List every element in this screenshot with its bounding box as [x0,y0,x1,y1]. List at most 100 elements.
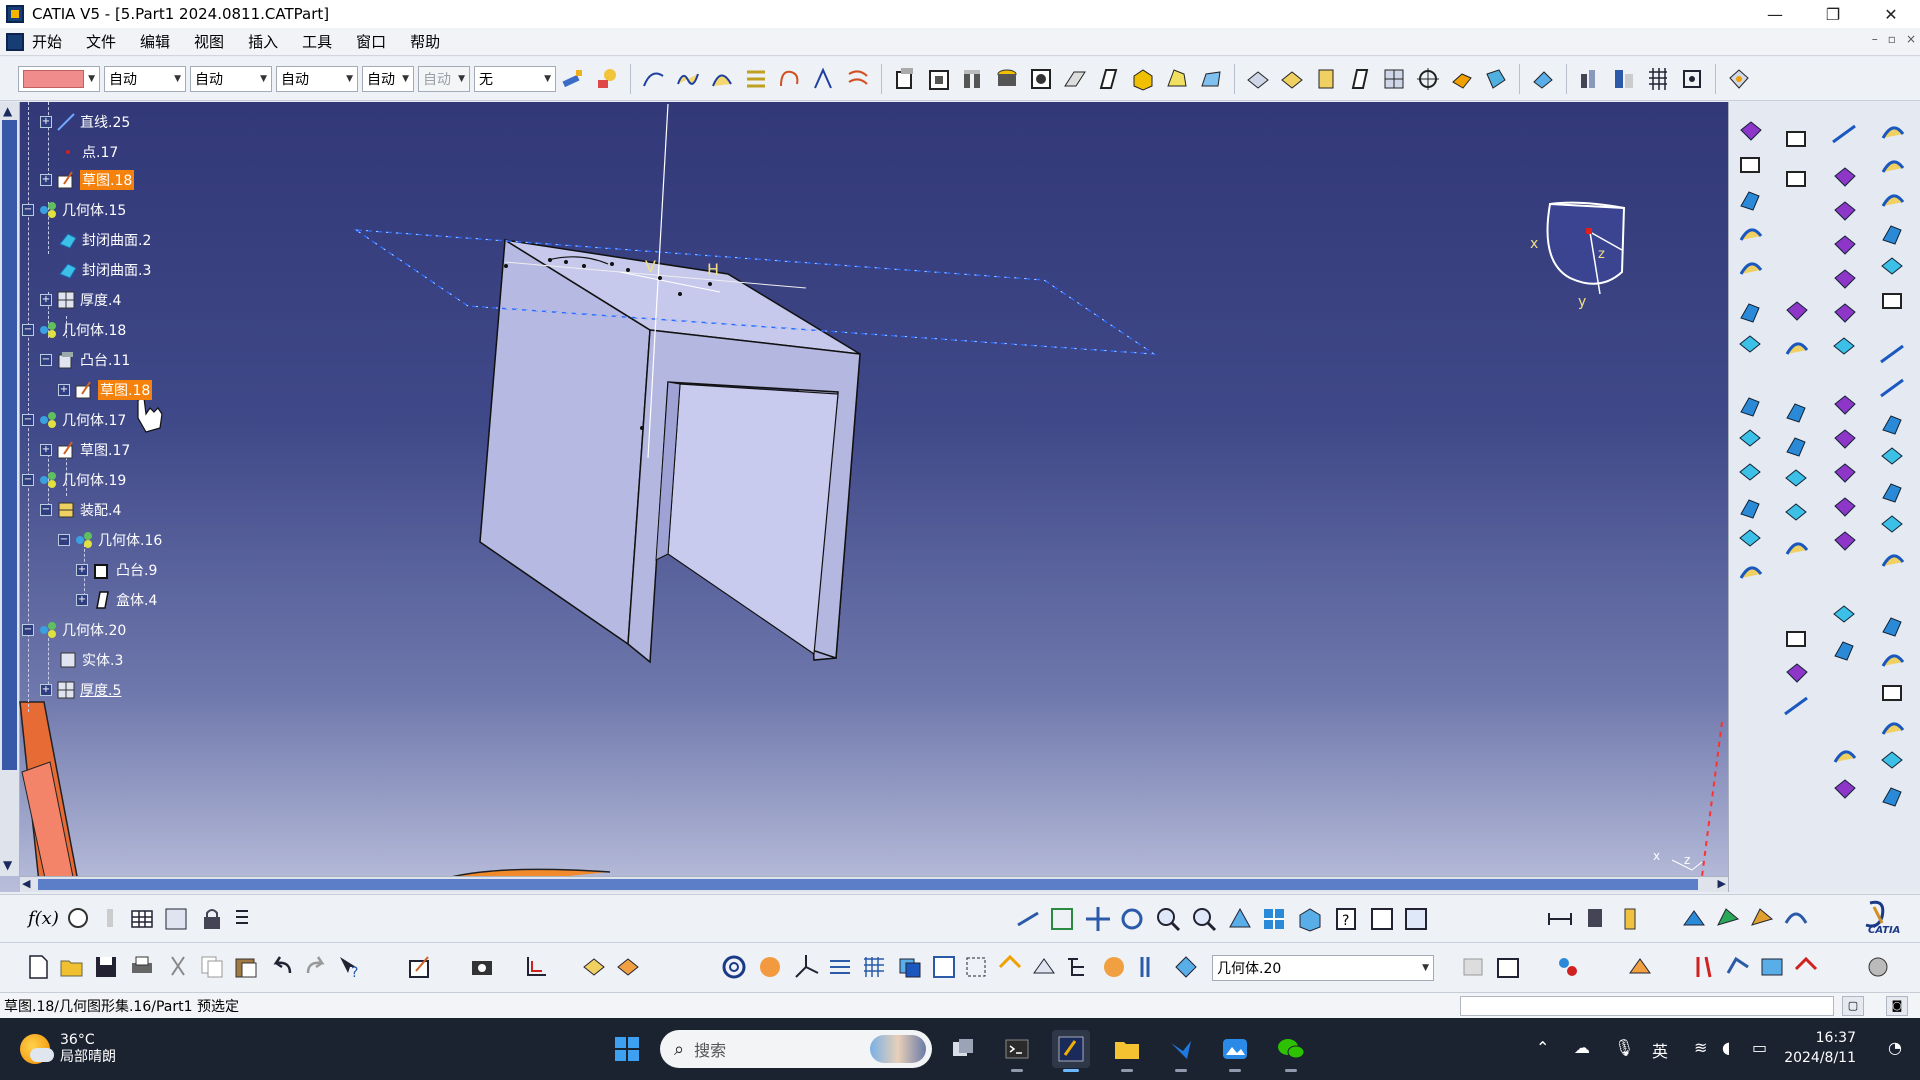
notification-icon[interactable]: ◔ [1888,1038,1902,1057]
specification-tree[interactable]: + 直线.25 点.17 + 草图.18 − 几何体.15 封闭曲面.2 封闭曲… [22,102,222,712]
rt-icon[interactable] [1833,337,1855,355]
expand-icon[interactable]: + [40,444,52,456]
scroll-left-icon[interactable]: ◀ [22,877,30,890]
system-clock[interactable]: 16:37 2024/8/11 [1784,1028,1856,1068]
work-object-combo[interactable]: 几何体.20 ▼ [1212,955,1434,981]
rt-icon[interactable] [1834,235,1856,255]
rt-icon[interactable] [1785,503,1807,521]
expand-icon[interactable]: + [40,684,52,696]
rt-icon[interactable] [1882,293,1902,309]
collapse-icon[interactable]: − [22,474,34,486]
minimize-button[interactable]: — [1746,0,1804,28]
measure-icon[interactable] [1611,66,1637,92]
rt-icon[interactable] [1834,497,1856,517]
rotate-icon[interactable] [1118,905,1146,933]
multi-doc-icon[interactable] [1460,953,1488,981]
rt-icon[interactable] [1834,641,1854,661]
multi-view-icon[interactable] [1260,905,1288,933]
scrollbar-thumb[interactable] [38,879,1698,890]
taskbar-app-terminal[interactable] [998,1030,1036,1072]
extract-icon[interactable] [930,953,958,981]
rt-icon[interactable] [1834,269,1856,289]
tree-node-geometric-set-16[interactable]: − 几何体.16 [58,528,162,552]
hide-show-icon[interactable] [1368,905,1396,933]
rt-icon[interactable] [1785,342,1809,356]
boolean-icon[interactable] [896,953,924,981]
rt-icon[interactable] [1834,429,1856,449]
fit-all-icon[interactable] [1048,905,1076,933]
copy-icon[interactable] [198,953,226,981]
compass[interactable]: x y z [1530,201,1626,310]
iso-view-icon[interactable] [1296,905,1324,933]
volume-icon[interactable]: ◖ [1722,1038,1730,1057]
rt-icon[interactable] [1882,225,1902,245]
stop-command-button[interactable]: ▢ [1842,996,1864,1016]
rt-icon[interactable] [1740,397,1760,417]
thread-icon[interactable] [1415,66,1441,92]
rt-icon[interactable] [1740,303,1760,323]
taskbar-app-wechat[interactable] [1272,1030,1310,1072]
rt-icon[interactable] [1786,403,1806,423]
tree-node-solid-3[interactable]: 实体.3 [58,648,123,672]
tree-node-thickness-5[interactable]: + 厚度.5 [40,678,121,702]
battery-icon[interactable]: ▭ [1752,1038,1767,1057]
zoom-out-icon[interactable] [1190,905,1218,933]
parallel-curve-icon[interactable] [845,66,871,92]
tree-node-close-surface-3[interactable]: 封闭曲面.3 [58,258,151,282]
rt-icon[interactable] [1834,167,1856,187]
expand-icon[interactable]: + [40,294,52,306]
scroll-right-icon[interactable]: ▶ [1718,877,1726,890]
rt-icon[interactable] [1831,124,1857,144]
tree-node-sketch-18[interactable]: + 草图.18 [40,168,135,192]
rt-icon[interactable] [1834,531,1856,551]
scan-icon[interactable] [1134,953,1162,981]
translate-icon[interactable] [996,953,1024,981]
rt-icon[interactable] [1786,631,1806,647]
undo-icon[interactable] [268,953,296,981]
rt-icon[interactable] [1882,617,1902,637]
menu-window[interactable]: 窗口 [344,28,398,56]
save-icon[interactable] [92,953,120,981]
rt-icon[interactable] [1881,194,1905,208]
expand-icon[interactable]: + [58,384,70,396]
point-symbol-combo[interactable]: 自动 ▼ [362,65,414,92]
taskbar-app-catia[interactable] [1052,1030,1090,1072]
rt-icon[interactable] [1786,131,1806,147]
taskbar-app-photos[interactable] [1216,1030,1254,1072]
tree-node-geometric-set-15[interactable]: − 几何体.15 [22,198,126,222]
rt-icon[interactable] [1740,121,1762,141]
tree-node-line-25[interactable]: + 直线.25 [40,110,130,134]
expand-icon[interactable]: + [76,594,88,606]
rt-icon[interactable] [1881,160,1905,174]
rt-icon[interactable] [1881,257,1903,275]
onedrive-cloud-icon[interactable]: ☁ [1574,1038,1590,1057]
remove-icon[interactable] [1792,953,1820,981]
light-bulb-icon[interactable] [96,905,124,933]
rt-icon[interactable] [1739,228,1763,242]
update-icon[interactable] [1724,953,1752,981]
analysis-icon[interactable] [1577,66,1603,92]
open-folder-icon[interactable] [58,953,86,981]
body-icon[interactable] [580,953,608,981]
rt-icon[interactable] [1739,335,1761,353]
tree-node-pad-11[interactable]: − 凸台.11 [40,348,130,372]
rt-icon[interactable] [1786,301,1808,321]
tools-palette-icon[interactable] [1100,953,1128,981]
task-view-button[interactable] [944,1030,982,1068]
microphone-icon[interactable]: 🎙 [1614,1038,1634,1057]
line-type-combo[interactable]: 自动 ▼ [276,65,358,92]
measure-item-icon[interactable] [1582,905,1610,933]
tree-node-sketch-17[interactable]: + 草图.17 [40,438,130,462]
apply-material-icon[interactable] [1680,905,1708,933]
shading-icon[interactable]: ? [1332,905,1360,933]
collapse-icon[interactable]: − [40,504,52,516]
collapse-icon[interactable]: − [22,324,34,336]
split-icon[interactable] [1690,953,1718,981]
rt-icon[interactable] [1739,463,1761,481]
taskbar-search-box[interactable]: ⌕ 搜索 [660,1030,932,1068]
taskbar-app-feishu[interactable] [1162,1030,1200,1072]
tree-node-thickness-4[interactable]: + 厚度.4 [40,288,121,312]
cut-icon[interactable] [164,953,192,981]
symmetry-icon[interactable] [1030,953,1058,981]
tree-node-point-17[interactable]: 点.17 [58,140,118,164]
